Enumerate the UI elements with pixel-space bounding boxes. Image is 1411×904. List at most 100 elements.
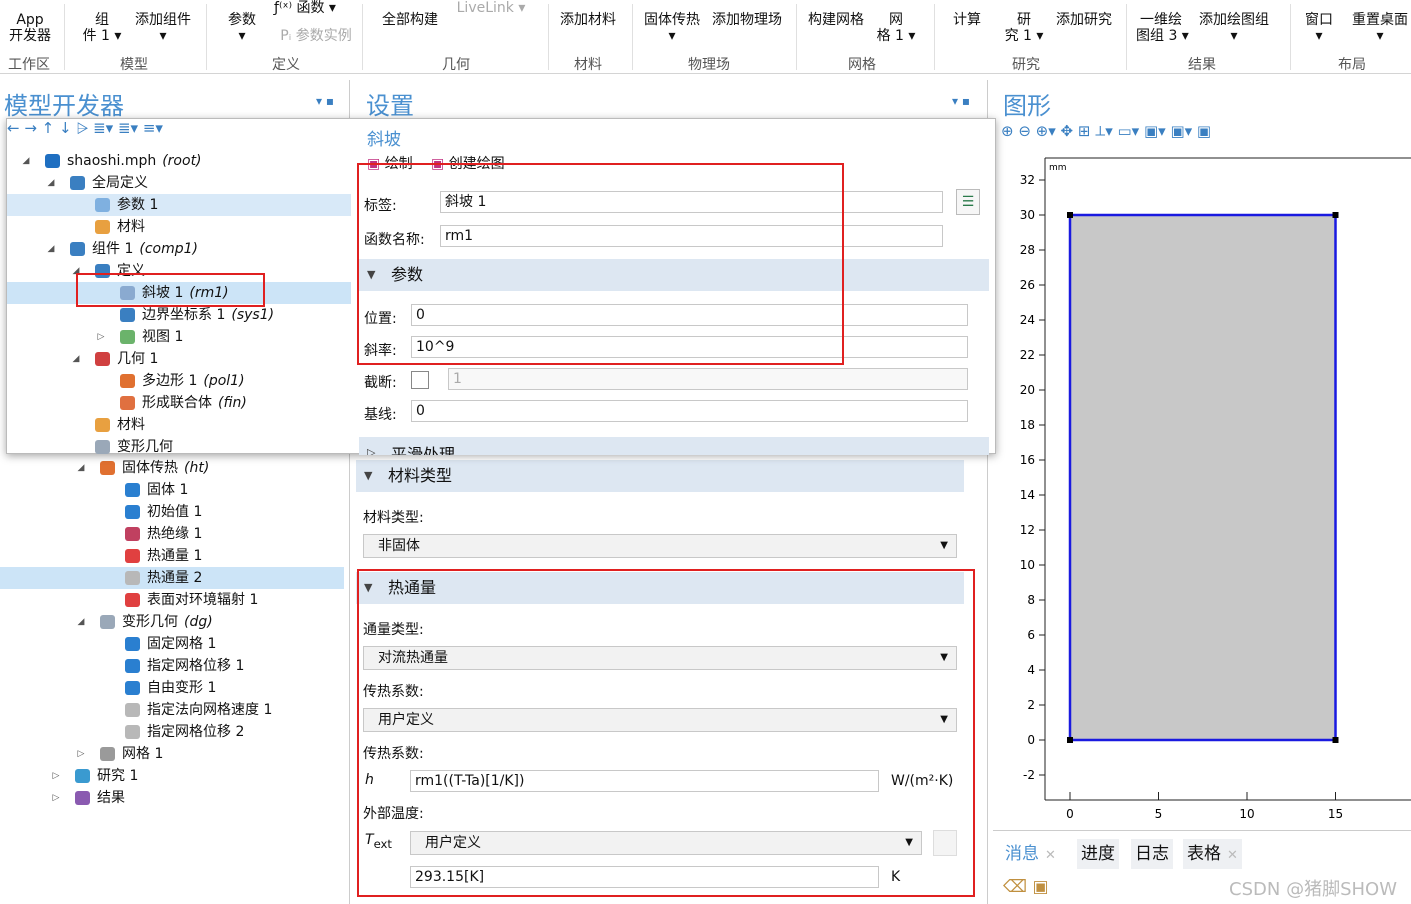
tree-node[interactable]: 多边形 1 (pol1) [7,370,351,392]
tree-node-text: 变形几何 [122,614,178,630]
ribbon-button-17[interactable]: 添加绘图组 ▾ [1194,12,1274,44]
ribbon-button-10[interactable]: 添加物理场 [708,12,786,28]
message-tab-0[interactable]: 消息 ✕ [1001,839,1060,869]
clear-messages-icon[interactable]: ⌫ ▣ [1003,877,1049,897]
tree-toggle-icon[interactable]: ◢ [46,238,56,260]
tree-node[interactable]: 表面对环境辐射 1 [0,589,344,611]
text-select[interactable]: 用户定义 ▼ [410,831,922,855]
tree-node[interactable]: 形成联合体 (fin) [7,392,351,414]
tree-node[interactable]: 自由变形 1 [0,677,344,699]
tree-node[interactable]: ◢ 变形几何 (dg) [0,611,344,633]
close-icon[interactable]: ✕ [1227,848,1238,863]
tree-node[interactable]: 指定网格位移 1 [0,655,344,677]
plot-canvas[interactable]: 32302826242220181614121086420-20 5 10 15mm [993,144,1411,824]
ribbon-button-18[interactable]: 窗口 ▾ [1302,12,1336,44]
tree-node[interactable]: 热通量 1 [0,545,344,567]
section-parameters[interactable]: ▼ 参数 [359,259,989,291]
tree-node[interactable]: 参数 1 [7,194,351,216]
ribbon-button-3[interactable]: 参数 ▾ [222,12,262,44]
label-input[interactable]: 斜坡 1 [440,191,943,213]
cutoff-input[interactable]: 1 [448,368,968,390]
tree-node[interactable]: 热通量 2 [0,567,344,589]
section-heat-flux[interactable]: ▼ 热通量 [356,572,964,604]
tree-toolbar[interactable]: ← → ↑ ↓ ⩥ ≣▾ ≣▾ ≡▾ [7,119,347,141]
ribbon-button-15[interactable]: 添加研究 [1052,12,1116,28]
baseline-input[interactable]: 0 [411,400,968,422]
ribbon-button-7[interactable]: LiveLink ▾ [446,0,536,16]
message-tab-3[interactable]: 表格 ✕ [1183,839,1242,869]
ribbon-button-14[interactable]: 研 究 1 ▾ [1002,12,1046,44]
tree-node-text: 变形几何 [117,439,173,455]
plot-button[interactable]: ▣ 绘制 [367,153,413,173]
ribbon-button-0[interactable]: App 开发器 [6,12,54,44]
tree-toggle-icon[interactable]: ◢ [21,150,31,172]
tree-node[interactable]: ◢ 几何 1 [7,348,351,370]
funcname-input[interactable]: rm1 [440,225,943,247]
slope-input[interactable]: 10^9 [411,336,968,358]
cutoff-checkbox[interactable] [411,371,429,389]
tree-toggle-icon[interactable]: ▷ [51,765,61,787]
tree-node[interactable]: 材料 [7,414,351,436]
tree-node[interactable]: ◢ shaoshi.mph (root) [7,150,351,172]
tree-node-label: 多边形 1 (pol1) [142,370,245,392]
tree-node[interactable]: 固体 1 [0,479,344,501]
ribbon-button-8[interactable]: 添加材料 [556,12,620,28]
tree-toggle-icon[interactable]: ◢ [76,611,86,633]
ribbon-button-6[interactable]: 全部构建 [378,12,442,28]
ribbon-button-19[interactable]: 重置桌面 ▾ [1348,12,1411,44]
tree-toggle-icon[interactable]: ▷ [96,326,106,348]
ribbon-button-11[interactable]: 构建网格 [804,12,868,28]
tree-toggle-icon[interactable]: ◢ [71,260,81,282]
h-input[interactable]: rm1((T-Ta)[1/K]) [410,770,879,792]
chevron-down-icon: ▼ [940,714,948,725]
ribbon-button-9[interactable]: 固体传热 ▾ [640,12,704,44]
tree-node[interactable]: 热绝缘 1 [0,523,344,545]
tree-toggle-icon[interactable]: ▷ [76,743,86,765]
ribbon-button-13[interactable]: 计算 [950,12,984,28]
tree-node[interactable]: ▷ 视图 1 [7,326,351,348]
tree-toggle-icon[interactable]: ◢ [71,348,81,370]
ribbon-button-4[interactable]: ƒ⁽ˣ⁾ 函数 ▾ [270,0,340,16]
tree-node[interactable]: 材料 [7,216,351,238]
pane-menu-icon[interactable]: ▾ ▪ [952,94,970,108]
label-edit-icon[interactable]: ☰ [956,189,980,215]
tree-node[interactable]: ◢ 组件 1 (comp1) [7,238,351,260]
tree-toggle-icon[interactable]: ◢ [46,172,56,194]
section-smoothing[interactable]: ▷ 平滑处理 [359,437,989,455]
create-plot-button[interactable]: ▣ 创建绘图 [431,153,505,173]
tree-node[interactable]: ▷ 网格 1 [0,743,344,765]
graphics-toolbar[interactable]: ⊕ ⊖ ⊕▾ ✥ ⊞ ⟂▾ ▭▾ ▣▾ ▣▾ ▣ [1001,122,1411,144]
text-input[interactable]: 293.15[K] [410,866,879,888]
chevron-down-icon: ▼ [940,652,948,663]
tree-node[interactable]: 指定法向网格速度 1 [0,699,344,721]
tree-node[interactable]: ▷ 研究 1 [0,765,344,787]
tree-node[interactable]: 初始值 1 [0,501,344,523]
pane-menu-icon[interactable]: ▾ ▪ [316,94,334,108]
material-type-select[interactable]: 非固体 ▼ [363,534,957,558]
section-material-type[interactable]: ▼ 材料类型 [356,460,964,492]
tree-node[interactable]: 变形几何 [7,436,351,458]
tree-node[interactable]: 指定网格位移 2 [0,721,344,743]
message-tab-2[interactable]: 日志 [1131,839,1173,869]
ribbon-button-12[interactable]: 网 格 1 ▾ [874,12,918,44]
tree-node[interactable]: ◢ 固体传热 (ht) [0,457,344,479]
tree-node[interactable]: 边界坐标系 1 (sys1) [7,304,351,326]
tree-toggle-icon[interactable]: ◢ [76,457,86,479]
tree-node[interactable]: ◢ 定义 [7,260,351,282]
tree-node[interactable]: ▷ 结果 [0,787,344,809]
tree-node[interactable]: ◢ 全局定义 [7,172,351,194]
edit-expression-button[interactable] [933,830,957,856]
ribbon-button-5[interactable]: Pᵢ 参数实例 [275,28,357,44]
tree-node-label: 指定网格位移 2 [147,721,250,743]
tree-node[interactable]: 固定网格 1 [0,633,344,655]
htc-select[interactable]: 用户定义 ▼ [363,708,957,732]
tree-toggle-icon[interactable]: ▷ [51,787,61,809]
flux-type-select[interactable]: 对流热通量 ▼ [363,646,957,670]
position-input[interactable]: 0 [411,304,968,326]
message-tab-1[interactable]: 进度 [1077,839,1119,869]
close-icon[interactable]: ✕ [1045,848,1056,863]
ribbon-button-16[interactable]: 一维绘 图组 3 ▾ [1136,12,1189,44]
ribbon-button-2[interactable]: 添加组件 ▾ [131,12,195,44]
ribbon-button-1[interactable]: 组 件 1 ▾ [80,12,124,44]
tree-node[interactable]: 斜坡 1 (rm1) [7,282,351,304]
